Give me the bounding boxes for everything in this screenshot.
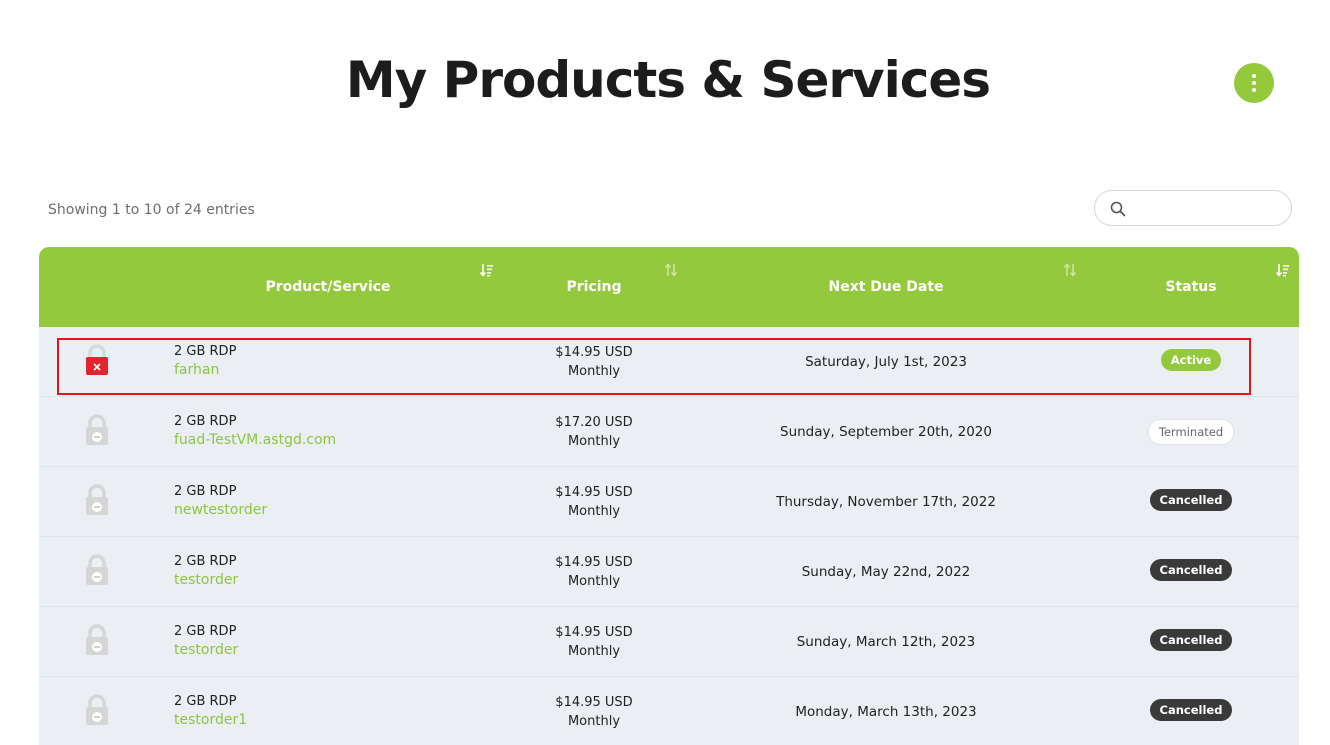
next-due-date: Sunday, May 22nd, 2022	[801, 564, 971, 580]
page-title: My Products & Services	[345, 51, 991, 109]
lock-icon	[86, 414, 108, 445]
product-name: 2 GB RDP	[174, 554, 237, 569]
page: My Products & Services Showing 1 to 10 o…	[0, 0, 1330, 745]
pricing-cell: $14.95 USD Monthly	[513, 483, 675, 521]
product-cell: 2 GB RDP farhan	[174, 342, 236, 380]
sort-desc-icon[interactable]	[480, 263, 494, 277]
lock-icon	[86, 624, 108, 655]
price-amount: $14.95 USD	[555, 695, 633, 710]
more-options-icon	[1252, 74, 1256, 78]
price-amount: $14.95 USD	[555, 345, 633, 360]
table-body: 2 GB RDP farhan $14.95 USD Monthly Satur…	[39, 327, 1299, 745]
product-domain-link[interactable]: farhan	[174, 361, 236, 380]
price-amount: $17.20 USD	[555, 415, 633, 430]
table-row[interactable]: 2 GB RDP newtestorder $14.95 USD Monthly…	[39, 467, 1299, 537]
products-table: Product/Service Pricing Next Due Date St…	[39, 247, 1299, 745]
status-badge: Cancelled	[1149, 629, 1233, 651]
next-due-date: Sunday, September 20th, 2020	[780, 424, 992, 440]
table-row[interactable]: 2 GB RDP testorder $14.95 USD Monthly Su…	[39, 537, 1299, 607]
product-domain-link[interactable]: testorder1	[174, 711, 247, 730]
table-row[interactable]: 2 GB RDP fuad-TestVM.astgd.com $17.20 US…	[39, 397, 1299, 467]
product-domain-link[interactable]: newtestorder	[174, 501, 267, 520]
lock-icon	[86, 484, 108, 515]
product-name: 2 GB RDP	[174, 484, 237, 499]
status-cell: Cancelled	[1099, 559, 1283, 581]
product-name: 2 GB RDP	[174, 344, 237, 359]
next-due-date: Thursday, November 17th, 2022	[776, 494, 996, 510]
entries-info: Showing 1 to 10 of 24 entries	[48, 202, 255, 218]
billing-cycle: Monthly	[567, 364, 621, 379]
status-badge: Active	[1160, 349, 1222, 371]
lock-icon	[86, 694, 108, 725]
pricing-cell: $14.95 USD Monthly	[513, 693, 675, 731]
column-header-product[interactable]: Product/Service	[247, 277, 409, 297]
billing-cycle: Monthly	[567, 714, 621, 729]
more-options-button[interactable]	[1234, 63, 1274, 103]
sort-both-icon[interactable]	[664, 263, 678, 277]
billing-cycle: Monthly	[567, 504, 621, 519]
pricing-cell: $14.95 USD Monthly	[513, 553, 675, 591]
sort-desc-icon[interactable]	[1276, 263, 1290, 277]
sort-both-icon[interactable]	[1063, 263, 1077, 277]
price-amount: $14.95 USD	[555, 485, 633, 500]
table-row[interactable]: 2 GB RDP farhan $14.95 USD Monthly Satur…	[39, 327, 1299, 397]
product-name: 2 GB RDP	[174, 694, 237, 709]
more-options-icon-dot	[1252, 88, 1256, 92]
status-cell: Active	[1099, 349, 1283, 371]
column-header-status[interactable]: Status	[1099, 277, 1283, 297]
table-header: Product/Service Pricing Next Due Date St…	[39, 247, 1299, 327]
next-due-date: Sunday, March 12th, 2023	[796, 634, 976, 650]
product-cell: 2 GB RDP fuad-TestVM.astgd.com	[174, 412, 336, 450]
search-icon	[1110, 201, 1126, 217]
search-input[interactable]	[1135, 197, 1285, 221]
lock-icon	[86, 554, 108, 585]
price-amount: $14.95 USD	[555, 625, 633, 640]
table-row[interactable]: 2 GB RDP testorder1 $14.95 USD Monthly M…	[39, 677, 1299, 745]
product-cell: 2 GB RDP newtestorder	[174, 482, 267, 520]
product-cell: 2 GB RDP testorder	[174, 552, 238, 590]
product-name: 2 GB RDP	[174, 624, 237, 639]
status-badge: Terminated	[1147, 419, 1235, 445]
status-cell: Cancelled	[1099, 699, 1283, 721]
status-badge: Cancelled	[1149, 489, 1233, 511]
price-amount: $14.95 USD	[555, 555, 633, 570]
billing-cycle: Monthly	[567, 644, 621, 659]
billing-cycle: Monthly	[567, 434, 621, 449]
product-name: 2 GB RDP	[174, 414, 237, 429]
pricing-cell: $17.20 USD Monthly	[513, 413, 675, 451]
column-header-pricing[interactable]: Pricing	[513, 277, 675, 297]
search-box[interactable]	[1094, 190, 1292, 226]
next-due-date: Monday, March 13th, 2023	[795, 704, 977, 720]
status-badge: Cancelled	[1149, 559, 1233, 581]
table-row[interactable]: 2 GB RDP testorder $14.95 USD Monthly Su…	[39, 607, 1299, 677]
product-domain-link[interactable]: testorder	[174, 641, 238, 660]
status-cell: Cancelled	[1099, 629, 1283, 651]
product-domain-link[interactable]: fuad-TestVM.astgd.com	[174, 431, 336, 450]
billing-cycle: Monthly	[567, 574, 621, 589]
more-options-icon-dot	[1252, 81, 1256, 85]
product-cell: 2 GB RDP testorder	[174, 622, 238, 660]
status-cell: Terminated	[1099, 419, 1283, 445]
lock-icon	[86, 344, 108, 375]
column-header-next-due-date[interactable]: Next Due Date	[725, 277, 1047, 297]
pricing-cell: $14.95 USD Monthly	[513, 343, 675, 381]
product-cell: 2 GB RDP testorder1	[174, 692, 247, 730]
status-cell: Cancelled	[1099, 489, 1283, 511]
next-due-date: Saturday, July 1st, 2023	[805, 354, 967, 370]
status-badge: Cancelled	[1149, 699, 1233, 721]
pricing-cell: $14.95 USD Monthly	[513, 623, 675, 661]
product-domain-link[interactable]: testorder	[174, 571, 238, 590]
